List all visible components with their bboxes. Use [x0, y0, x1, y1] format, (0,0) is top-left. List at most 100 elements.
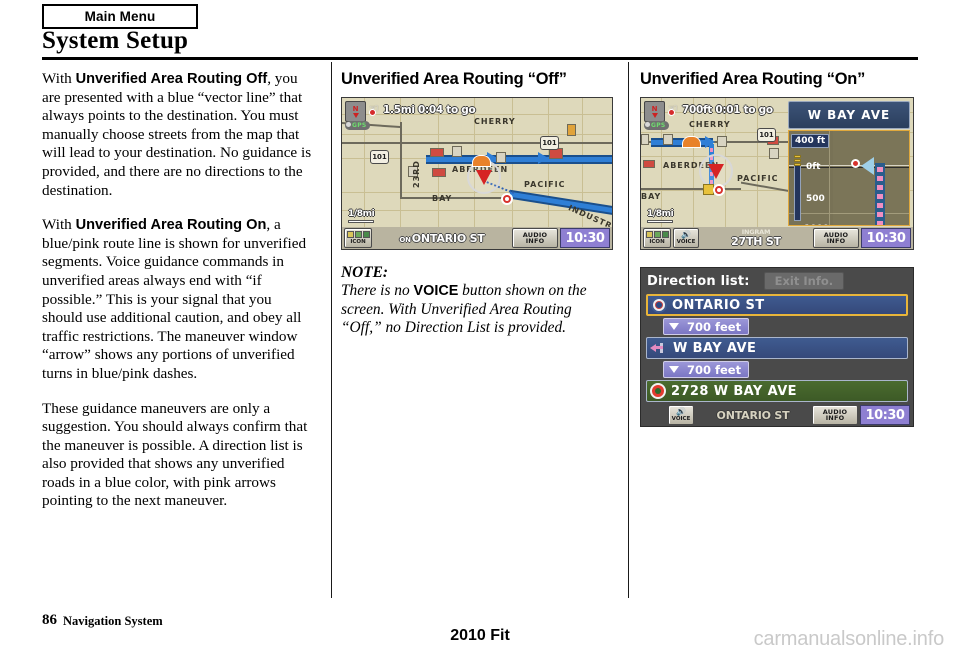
map-street-label: PACIFIC: [524, 180, 566, 189]
direction-list-row-start[interactable]: ONTARIO ST: [646, 294, 908, 316]
clock-display: 10:30: [560, 228, 610, 248]
icon-button-label: ICON: [649, 239, 665, 245]
compass-icon[interactable]: N: [345, 101, 366, 122]
vehicle-highlight: [472, 155, 491, 167]
vehicle-highlight: [682, 136, 701, 148]
maneuver-turn-arrow: [861, 157, 874, 175]
vehicle-position-marker: [699, 154, 733, 188]
direction-list-header: Direction list: Exit Info.: [641, 268, 913, 292]
maneuver-street-banner: W BAY AVE: [788, 101, 910, 129]
map-scale-indicator: 1/8mi: [647, 209, 674, 223]
poi-icon: [641, 134, 649, 145]
turn-arrowhead: [650, 344, 656, 352]
highway-shield-icon: 101: [757, 128, 776, 142]
poi-icon: [496, 152, 506, 163]
vehicle-heading-arrow: [708, 163, 724, 179]
icon-swatch: [354, 231, 362, 238]
note-text-before: There is no: [341, 282, 414, 300]
maneuver-waypoint-icon: [851, 159, 860, 168]
highway-shield-icon: 101: [370, 150, 389, 164]
poi-icon: [430, 148, 444, 157]
down-triangle-icon: [669, 366, 679, 373]
vehicle-heading-arrow: [476, 169, 492, 185]
main-menu-tab[interactable]: Main Menu: [42, 4, 198, 29]
audio-info-button[interactable]: AUDIO INFO: [812, 405, 858, 425]
para1-bold-term: Unverified Area Routing Off: [75, 71, 268, 87]
clock-display: 10:30: [860, 405, 910, 425]
down-triangle-icon: [669, 323, 679, 330]
nav-bottom-bar: ICON 🔊 VOICE INGRAM 27TH ST AUDIO INFO 10…: [641, 227, 913, 249]
direction-list-row-label: 2728 W BAY AVE: [671, 383, 797, 399]
audio-info-line2: INFO: [826, 237, 846, 245]
audio-info-line2: INFO: [825, 414, 845, 422]
icon-button[interactable]: ICON: [643, 228, 671, 248]
speaker-icon: 🔊: [681, 230, 691, 239]
exit-info-button[interactable]: Exit Info.: [763, 272, 845, 290]
maneuver-window: W BAY AVE 400 ft 0ft 500 1000: [786, 99, 912, 227]
direction-list-row-label: ONTARIO ST: [672, 297, 765, 313]
clock-display: 10:30: [861, 228, 911, 248]
map-street-label: BAY: [641, 192, 662, 201]
header-divider-rule: [42, 57, 918, 60]
destination-icon: [650, 383, 666, 399]
poi-icon: [717, 136, 727, 147]
icon-button-glyphs: [645, 231, 669, 238]
compass-north-letter: N: [651, 104, 658, 113]
voice-button[interactable]: 🔊 VOICE: [673, 228, 699, 248]
left-turn-arrow-icon: [650, 340, 668, 356]
destination-cursor-icon: ☜: [668, 103, 679, 116]
main-menu-tab-label: Main Menu: [84, 9, 156, 24]
map-street-label: CHERRY: [474, 117, 516, 126]
icon-button[interactable]: ICON: [344, 228, 372, 248]
compass-icon[interactable]: N: [644, 101, 665, 122]
column-divider-left: [331, 62, 332, 598]
paragraph-routing-on: With Unverified Area Routing On, a blue/…: [42, 216, 314, 383]
eta-value: 1.5mi 0:04 to go: [383, 104, 476, 116]
compass-north-letter: N: [352, 104, 359, 113]
direction-list-row-label: W BAY AVE: [673, 340, 757, 356]
watermark: carmanualsonline.info: [753, 628, 945, 650]
voice-button-label: VOICE: [671, 416, 691, 422]
icon-swatch: [362, 231, 370, 238]
eta-readout: 700ft 0:01 to go: [682, 104, 773, 116]
para1-rest: , you are presented with a blue “vector …: [42, 70, 312, 199]
destination-marker: [713, 184, 725, 196]
audio-info-button[interactable]: AUDIO INFO: [512, 228, 558, 248]
poi-icon: [663, 134, 673, 145]
column-divider-right: [628, 62, 629, 598]
street-value: 27TH ST: [731, 234, 781, 248]
gps-status-indicator: GPS: [644, 121, 669, 130]
destination-marker: [501, 193, 513, 205]
direction-list-distance-2: 700 feet: [663, 361, 749, 378]
eta-readout: 1.5mi 0:04 to go: [383, 104, 476, 116]
direction-list-row-destination[interactable]: 2728 W BAY AVE: [646, 380, 908, 402]
nav-screen-routing-on[interactable]: 101 CHERRY ABERDEEN PACIFIC BAY N ☜: [640, 97, 914, 250]
para2-bold-term: Unverified Area Routing On: [75, 217, 267, 234]
direction-list-distance-label: 700 feet: [687, 319, 742, 334]
map-major-road: [400, 122, 402, 198]
nav-screen-routing-off[interactable]: 101 101 CHERRY PACIFIC BAY ABERDEEN 23RD…: [341, 97, 613, 250]
voice-button[interactable]: 🔊 VOICE: [668, 405, 694, 425]
direction-list-distance-label: 700 feet: [687, 362, 742, 377]
gauge-segment: [794, 155, 801, 158]
direction-list-screen[interactable]: Direction list: Exit Info. ONTARIO ST 70…: [640, 267, 914, 427]
direction-list-row-turn[interactable]: W BAY AVE: [646, 337, 908, 359]
note-block: NOTE: There is no VOICE button shown on t…: [341, 264, 615, 338]
audio-info-button[interactable]: AUDIO INFO: [813, 228, 859, 248]
destination-dot-icon: [369, 109, 376, 116]
compass-needle-icon: [352, 112, 359, 118]
destination-cursor-icon: ☜: [369, 103, 380, 116]
destination-dot-icon: [668, 109, 675, 116]
para1-lead: With: [42, 70, 76, 87]
gauge-column: [794, 165, 801, 221]
page-title: System Setup: [42, 27, 189, 54]
gps-status-indicator: GPS: [345, 121, 370, 130]
direction-list-distance-1: 700 feet: [663, 318, 749, 335]
gauge-segment: [794, 159, 801, 162]
map-street-label: 23RD: [412, 160, 421, 188]
icon-swatch: [661, 231, 669, 238]
map-street-label: BAY: [432, 194, 453, 203]
middle-column: Unverified Area Routing “Off” 101 101 CH…: [341, 70, 615, 338]
compass-needle-icon: [651, 112, 658, 118]
route-direction-arrow: [538, 152, 548, 164]
